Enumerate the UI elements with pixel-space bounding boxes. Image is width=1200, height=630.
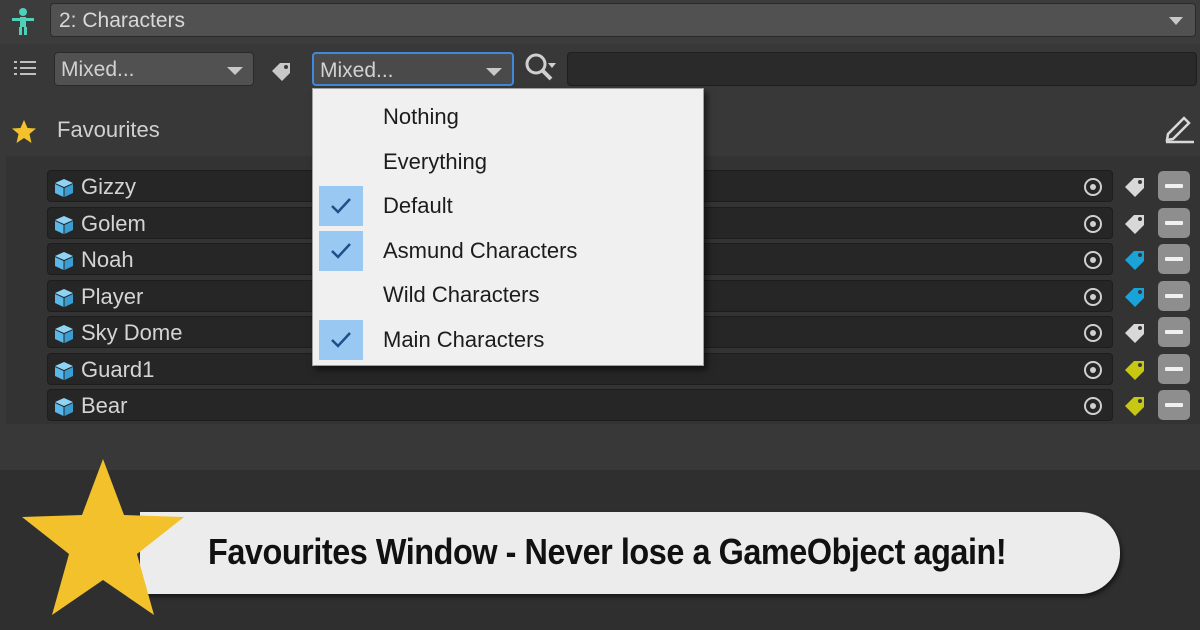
ping-target-icon[interactable] <box>1082 249 1104 271</box>
remove-favourite-button[interactable] <box>1158 317 1190 347</box>
chevron-down-icon <box>486 68 502 76</box>
gameobject-cube-icon <box>55 215 73 234</box>
person-icon[interactable] <box>6 4 40 38</box>
layer-filter-dropdown[interactable]: Mixed... <box>312 52 514 86</box>
favourite-name: Bear <box>81 393 128 418</box>
layer-menu-item[interactable]: Everything <box>313 139 703 183</box>
layer-menu-item-label: Everything <box>383 148 487 174</box>
scene-filter-value: Mixed... <box>61 58 135 81</box>
layer-menu-item[interactable]: Wild Characters <box>313 272 703 316</box>
checkmark-icon <box>331 242 351 259</box>
checkmark-box <box>319 275 363 315</box>
gameobject-cube-icon <box>55 288 73 307</box>
favourite-name: Golem <box>81 210 146 236</box>
favourite-name: Sky Dome <box>81 320 183 345</box>
remove-favourite-button[interactable] <box>1158 171 1190 201</box>
remove-favourite-button[interactable] <box>1158 390 1190 420</box>
remove-favourite-button[interactable] <box>1158 207 1190 238</box>
favourite-name: Guard1 <box>81 356 155 382</box>
remove-favourite-button[interactable] <box>1158 244 1190 274</box>
gameobject-cube-icon <box>55 398 73 416</box>
search-input[interactable] <box>567 52 1197 86</box>
gameobject-cube-icon <box>55 361 73 380</box>
layer-menu-item-label: Main Characters <box>383 327 545 352</box>
chevron-down-icon <box>227 67 243 75</box>
checkmark-box <box>319 142 363 182</box>
remove-favourite-button[interactable] <box>1158 280 1190 311</box>
tag-icon[interactable] <box>1122 211 1148 235</box>
ping-target-icon[interactable] <box>1082 176 1104 198</box>
tag-icon[interactable] <box>1122 393 1148 417</box>
layer-menu-item[interactable]: Nothing <box>313 94 703 138</box>
top-bar: 2: Characters <box>0 0 1200 44</box>
layer-menu-item-label: Nothing <box>383 104 459 129</box>
pencil-edit-icon[interactable] <box>1162 110 1196 144</box>
tag-icon[interactable] <box>1122 320 1148 344</box>
remove-favourite-button[interactable] <box>1158 353 1190 384</box>
favourite-name: Noah <box>81 247 134 272</box>
layer-menu-item[interactable]: Asmund Characters <box>313 228 703 272</box>
ping-target-icon[interactable] <box>1082 359 1104 381</box>
tag-icon[interactable] <box>1122 357 1148 381</box>
search-icon[interactable] <box>522 50 558 84</box>
collection-dropdown[interactable]: 2: Characters <box>50 3 1196 37</box>
ping-target-icon[interactable] <box>1082 322 1104 344</box>
tag-icon[interactable] <box>1122 174 1148 198</box>
favourite-row[interactable]: Bear <box>47 389 1113 421</box>
layer-menu-item-label: Asmund Characters <box>383 237 578 263</box>
layer-menu-item-label: Default <box>383 193 453 219</box>
gameobject-cube-icon <box>55 252 73 270</box>
checkmark-box <box>319 320 363 360</box>
checkmark-box <box>319 186 363 227</box>
gameobject-cube-icon <box>55 325 73 343</box>
scene-filter-dropdown[interactable]: Mixed... <box>54 52 254 86</box>
ping-target-icon[interactable] <box>1082 395 1104 417</box>
checkmark-box <box>319 230 363 271</box>
filter-bar: Mixed... Mixed... <box>0 44 1200 94</box>
favourite-name: Player <box>81 283 144 309</box>
banner-text: Favourites Window - Never lose a GameObj… <box>208 531 1007 572</box>
hierarchy-list-icon[interactable] <box>12 58 38 78</box>
star-icon <box>22 459 184 615</box>
collection-dropdown-value: 2: Characters <box>59 9 186 32</box>
checkmark-icon <box>331 332 351 348</box>
favourite-name: Gizzy <box>81 174 136 199</box>
layer-menu-item[interactable]: Default <box>313 183 703 227</box>
ping-target-icon[interactable] <box>1082 286 1104 308</box>
layer-menu-item[interactable]: Main Characters <box>313 317 703 361</box>
layer-menu-item-label: Wild Characters <box>383 282 540 308</box>
tag-icon <box>272 63 290 81</box>
layer-dropdown-menu: Nothing Everything Default Asmund Character… <box>312 88 704 366</box>
tag-icon[interactable] <box>1122 284 1148 308</box>
tag-icon[interactable] <box>1122 247 1148 271</box>
favourites-title: Favourites <box>57 117 160 142</box>
checkmark-box <box>319 97 363 137</box>
layer-filter-value: Mixed... <box>320 59 394 82</box>
star-icon <box>12 120 36 143</box>
chevron-down-icon <box>1169 17 1183 25</box>
gameobject-cube-icon <box>55 179 73 197</box>
ping-target-icon[interactable] <box>1082 213 1104 235</box>
checkmark-icon <box>331 198 351 214</box>
